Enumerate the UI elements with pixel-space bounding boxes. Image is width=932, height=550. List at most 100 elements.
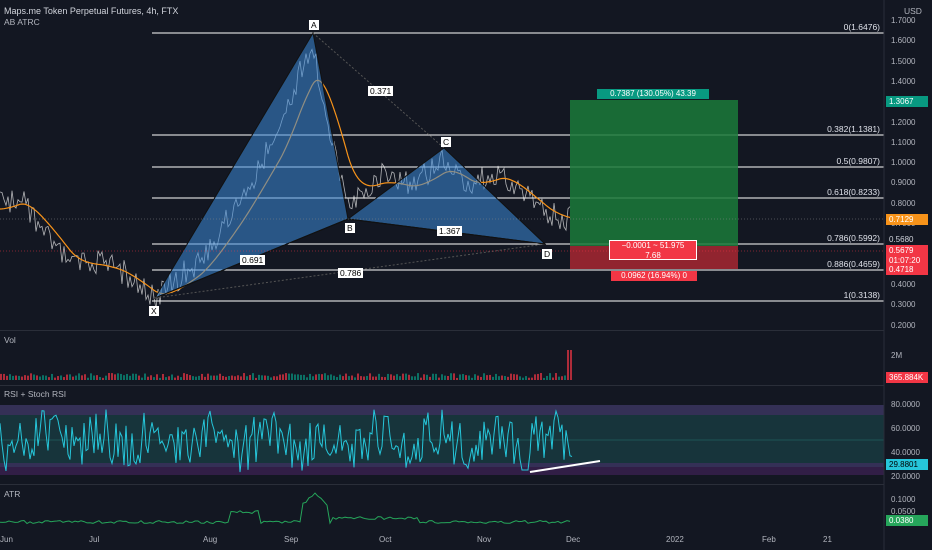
volume-bar [189, 375, 191, 380]
chart-canvas[interactable] [0, 0, 932, 550]
tag-entry-price: 0.5680 [886, 234, 928, 245]
volume-bar [18, 375, 20, 380]
volume-bar [141, 377, 143, 380]
price-axis-tick: 1.4000 [891, 76, 916, 86]
volume-title[interactable]: Vol [4, 335, 16, 345]
volume-bar [330, 374, 332, 380]
volume-bar [303, 374, 305, 380]
volume-bar [120, 373, 122, 380]
price-axis-tick: 1.7000 [891, 16, 916, 25]
volume-bar [78, 373, 80, 380]
price-axis-tick: 1.0000 [891, 158, 916, 168]
volume-bar [72, 376, 74, 380]
volume-bar [12, 375, 14, 380]
rsi-tick: 80.0000 [891, 400, 920, 409]
volume-bar [534, 374, 536, 380]
volume-bar [354, 377, 356, 380]
volume-bar [432, 373, 434, 380]
volume-bar [81, 375, 83, 380]
volume-bar [276, 376, 278, 380]
point-d-label: D [542, 249, 553, 259]
volume-bar [456, 377, 458, 380]
volume-bar [483, 373, 485, 380]
tag-target-price: 1.3067 [886, 96, 928, 107]
volume-bar [489, 374, 491, 380]
volume-bar [324, 373, 326, 380]
volume-bar [351, 375, 353, 380]
volume-bar [126, 373, 128, 380]
atr-title[interactable]: ATR [4, 489, 20, 499]
volume-bar [162, 373, 164, 380]
volume-bar [105, 375, 107, 380]
volume-bar [219, 373, 221, 380]
volume-bar [477, 375, 479, 380]
volume-bar [57, 376, 59, 380]
rsi-title[interactable]: RSI + Stoch RSI [4, 389, 66, 399]
volume-bar [390, 374, 392, 380]
volume-bar [453, 373, 455, 380]
date-tick: Nov [477, 535, 492, 544]
fib-label: 0.5(0.9807) [836, 156, 880, 166]
volume-bar [0, 373, 2, 380]
entry-box: −0.0001 ~ 51.975 7.68 [609, 240, 697, 260]
volume-bar [438, 377, 440, 380]
volume-bar [426, 374, 428, 380]
price-axis-tick: 0.4000 [891, 279, 916, 289]
volume-bar [480, 376, 482, 380]
fib-label: 0.886(0.4659) [827, 259, 880, 269]
price-axis-tick: 0.9000 [891, 178, 916, 188]
volume-bar [537, 373, 539, 380]
volume-bar [108, 373, 110, 380]
volume-bar [102, 377, 104, 380]
volume-bar [528, 377, 530, 380]
volume-bar [198, 375, 200, 380]
volume-bar [27, 375, 29, 380]
volume-bar [204, 376, 206, 380]
volume-bar [402, 373, 404, 380]
tag-ema-price: 0.7129 [886, 214, 928, 225]
volume-bar [225, 376, 227, 380]
pane-separator[interactable] [0, 484, 884, 485]
volume-bar [471, 377, 473, 380]
volume-bar [375, 376, 377, 380]
volume-bar [69, 374, 71, 380]
volume-bar [159, 377, 161, 380]
date-tick: 21 [823, 535, 832, 544]
volume-bar [135, 373, 137, 380]
volume-bar [423, 374, 425, 380]
volume-bar [213, 375, 215, 380]
volume-bar [156, 374, 158, 380]
volume-bar [30, 373, 32, 380]
volume-bar [48, 377, 50, 380]
point-a-label: A [309, 20, 319, 30]
date-tick: Oct [379, 535, 392, 544]
volume-bar [522, 377, 524, 380]
volume-bar [357, 373, 359, 380]
volume-bar [447, 375, 449, 380]
volume-bar [96, 375, 98, 380]
fib-label: 0.786(0.5992) [827, 233, 880, 243]
volume-bar [510, 373, 512, 380]
volume-bar [501, 375, 503, 380]
point-b-label: B [345, 223, 355, 233]
volume-bar [288, 373, 290, 380]
pane-separator[interactable] [0, 385, 884, 386]
volume-bar [495, 373, 497, 380]
volume-bar [51, 373, 53, 380]
volume-bar [264, 375, 266, 380]
volume-bar [381, 376, 383, 380]
volume-bar [396, 374, 398, 380]
volume-bar [111, 373, 113, 380]
volume-bar [387, 373, 389, 380]
volume-bar [393, 375, 395, 380]
volume-bar [285, 373, 287, 380]
volume-bar [468, 375, 470, 380]
volume-bar [300, 374, 302, 380]
volume-bar [261, 375, 263, 380]
vol-tick: 2M [891, 351, 903, 360]
volume-bar [360, 376, 362, 380]
volume-bar [114, 374, 116, 380]
volume-bar [372, 376, 374, 380]
price-axis-tick: 1.5000 [891, 56, 916, 66]
pane-separator[interactable] [0, 330, 884, 331]
